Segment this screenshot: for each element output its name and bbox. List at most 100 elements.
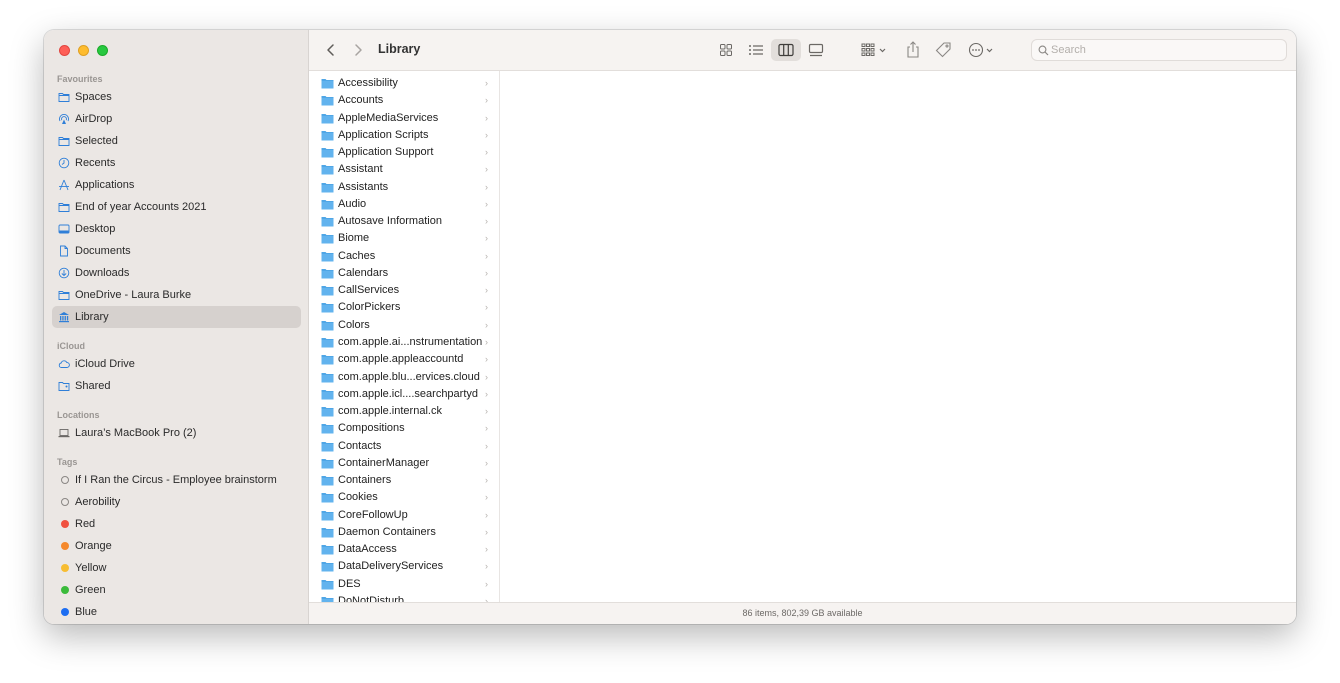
sidebar-item-spaces[interactable]: Spaces [52, 86, 301, 108]
tag-label: Green [75, 584, 106, 596]
folder-icon [321, 579, 334, 590]
folder-row[interactable]: Assistants › [309, 179, 499, 196]
folder-row[interactable]: Application Support › [309, 144, 499, 161]
tag-item[interactable]: Red [52, 513, 301, 535]
tag-item[interactable]: Green [52, 579, 301, 601]
folder-icon [321, 182, 334, 193]
folder-row[interactable]: com.apple.icl....searchpartyd › [309, 386, 499, 403]
gallery-view-button[interactable] [801, 39, 831, 61]
sidebar-item-airdrop[interactable]: AirDrop [52, 108, 301, 130]
folder-icon [321, 458, 334, 469]
folder-row[interactable]: DataAccess › [309, 541, 499, 558]
folder-row[interactable]: Accounts › [309, 92, 499, 109]
chevron-right-icon: › [485, 250, 488, 261]
folder-row[interactable]: Autosave Information › [309, 213, 499, 230]
folder-row[interactable]: Containers › [309, 472, 499, 489]
list-view-button[interactable] [741, 39, 771, 61]
folder-row[interactable]: com.apple.internal.ck › [309, 403, 499, 420]
laptop-icon [58, 427, 70, 439]
group-by-button[interactable] [860, 40, 890, 60]
folder-row[interactable]: Assistant › [309, 161, 499, 178]
folder-icon [321, 285, 334, 296]
folder-row[interactable]: Calendars › [309, 265, 499, 282]
back-button[interactable] [322, 41, 340, 59]
tag-icon [935, 42, 951, 58]
search-field[interactable] [1031, 39, 1287, 61]
library-column[interactable]: Accessibility › Accounts › AppleMediaService… [309, 71, 500, 602]
folder-row[interactable]: com.apple.ai...nstrumentation › [309, 334, 499, 351]
sidebar-item-laura-s-macbook-pro-2[interactable]: Laura’s MacBook Pro (2) [52, 422, 301, 444]
folder-name: DataDeliveryServices [338, 560, 444, 573]
folder-name: DoNotDisturb [338, 594, 405, 602]
cloud-icon [58, 358, 70, 370]
folder-row[interactable]: Caches › [309, 248, 499, 265]
folder-row[interactable]: DataDeliveryServices › [309, 558, 499, 575]
sidebar-item-icloud-drive[interactable]: iCloud Drive [52, 353, 301, 375]
folder-row[interactable]: ColorPickers › [309, 299, 499, 316]
tag-button[interactable] [934, 40, 954, 60]
folder-row[interactable]: Application Scripts › [309, 127, 499, 144]
folder-icon [58, 289, 70, 301]
folder-name: ContainerManager [338, 456, 430, 469]
folder-row[interactable]: Cookies › [309, 489, 499, 506]
tag-item[interactable]: Blue [52, 601, 301, 623]
more-actions-button[interactable] [967, 40, 997, 60]
desktop-icon [58, 223, 70, 235]
forward-button[interactable] [349, 41, 367, 59]
chevron-right-icon: › [485, 492, 488, 503]
folder-row[interactable]: CallServices › [309, 282, 499, 299]
folder-row[interactable]: ContainerManager › [309, 455, 499, 472]
folder-row[interactable]: Compositions › [309, 420, 499, 437]
status-bar: 86 items, 802,39 GB available [309, 602, 1296, 624]
sidebar-item-downloads[interactable]: Downloads [52, 262, 301, 284]
sidebar-item-selected[interactable]: Selected [52, 130, 301, 152]
minimize-window-button[interactable] [78, 45, 89, 56]
column-view-button[interactable] [771, 39, 801, 61]
sidebar-item-desktop[interactable]: Desktop [52, 218, 301, 240]
tag-item[interactable]: Yellow [52, 557, 301, 579]
folder-row[interactable]: AppleMediaServices › [309, 110, 499, 127]
sidebar-item-recents[interactable]: Recents [52, 152, 301, 174]
folder-row[interactable]: com.apple.appleaccountd › [309, 351, 499, 368]
sidebar: Favourites Spaces AirDrop Selected Recents A… [44, 30, 309, 624]
folder-row[interactable]: CoreFollowUp › [309, 507, 499, 524]
tag-label: Orange [75, 540, 112, 552]
folder-row[interactable]: Colors › [309, 317, 499, 334]
tag-item[interactable]: If I Ran the Circus - Employee brainstor… [52, 469, 301, 491]
folder-name: Audio [338, 197, 367, 210]
icon-view-button[interactable] [711, 39, 741, 61]
folder-name: Accounts [338, 94, 384, 107]
sidebar-item-library[interactable]: Library [52, 306, 301, 328]
folder-row[interactable]: Contacts › [309, 438, 499, 455]
window-title: Library [378, 42, 421, 56]
tag-item[interactable]: Orange [52, 535, 301, 557]
fullscreen-window-button[interactable] [97, 45, 108, 56]
folder-row[interactable]: DES › [309, 576, 499, 593]
folder-name: Assistant [338, 163, 383, 176]
chevron-right-icon: › [485, 216, 488, 227]
sidebar-item-documents[interactable]: Documents [52, 240, 301, 262]
folder-icon [321, 302, 334, 313]
search-input[interactable] [1051, 42, 1281, 58]
folder-row[interactable]: DoNotDisturb › [309, 593, 499, 602]
folder-row[interactable]: Accessibility › [309, 75, 499, 92]
tags-heading: Tags [57, 457, 78, 467]
tag-item[interactable]: Aerobility [52, 491, 301, 513]
sidebar-item-shared[interactable]: Shared [52, 375, 301, 397]
sidebar-item-applications[interactable]: Applications [52, 174, 301, 196]
main-area: Library Search Accessibility › Accounts … [309, 30, 1296, 624]
sidebar-item-onedrive-laura-burke[interactable]: OneDrive - Laura Burke [52, 284, 301, 306]
folder-name: DataAccess [338, 543, 397, 556]
sidebar-item-end-of-year-accounts-2021[interactable]: End of year Accounts 2021 [52, 196, 301, 218]
folder-row[interactable]: com.apple.blu...ervices.cloud › [309, 369, 499, 386]
share-button[interactable] [905, 40, 921, 60]
folder-row[interactable]: Daemon Containers › [309, 524, 499, 541]
share-icon [907, 41, 919, 58]
folder-icon [321, 268, 334, 279]
close-window-button[interactable] [59, 45, 70, 56]
folder-name: com.apple.icl....searchpartyd [338, 387, 479, 400]
folder-row[interactable]: Audio › [309, 196, 499, 213]
tag-color-dot-icon [61, 564, 69, 572]
folder-row[interactable]: Biome › [309, 230, 499, 247]
chevron-right-icon: › [485, 319, 488, 330]
